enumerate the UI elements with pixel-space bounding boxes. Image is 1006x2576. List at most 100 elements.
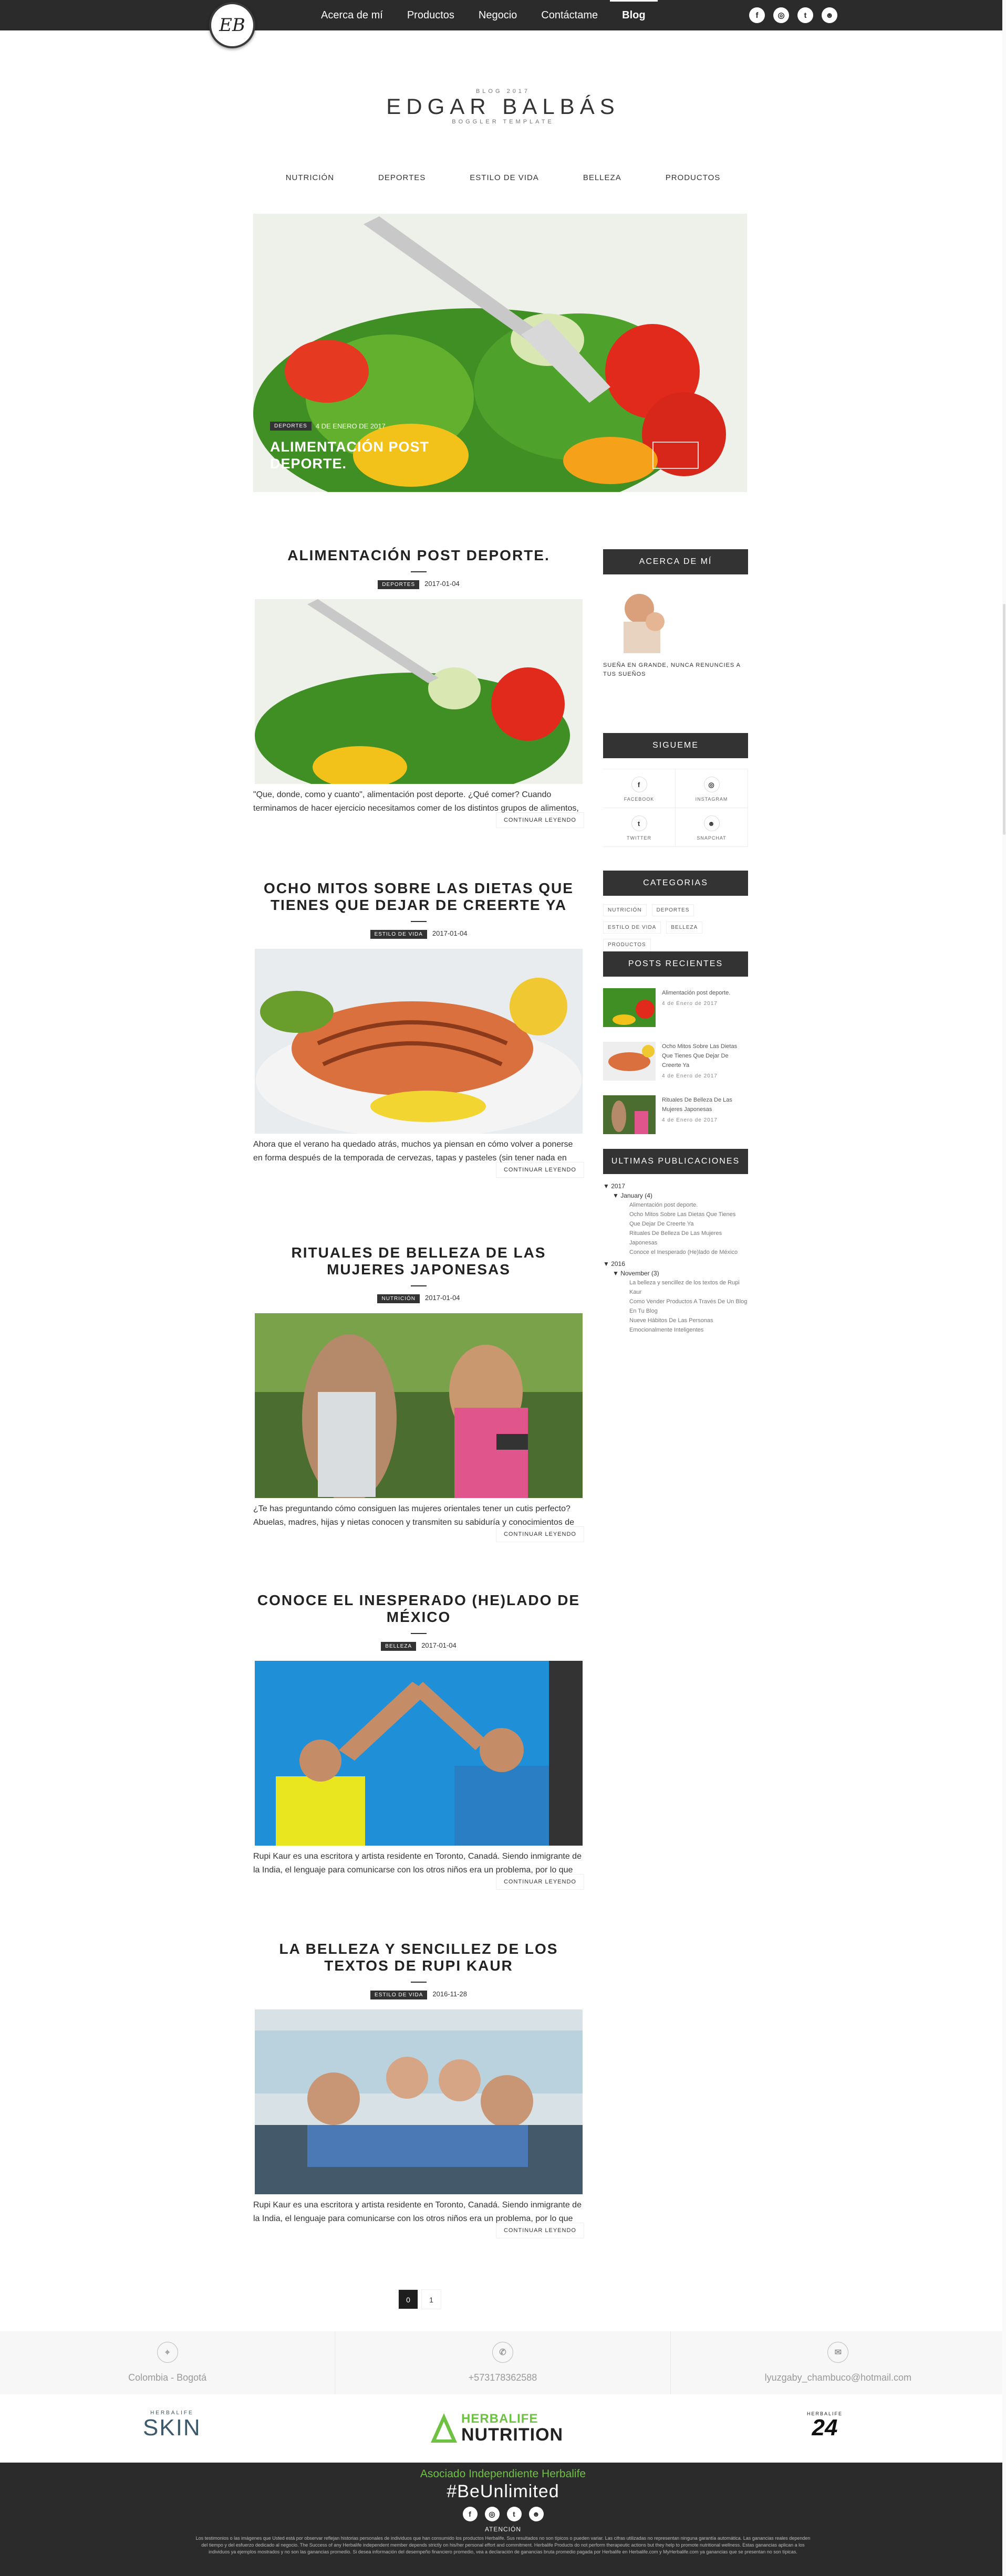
- brand-block: BLOG 2017 EDGAR BALBÁS BOGGLER TEMPLATE: [0, 88, 1006, 125]
- archive-year[interactable]: ▼ 2016: [603, 1259, 748, 1269]
- post-title[interactable]: RITUALES DE BELLEZA DE LAS MUJERES JAPON…: [253, 1244, 584, 1278]
- post-date: 2017-01-04: [421, 1641, 457, 1649]
- hero-tag[interactable]: DEPORTES: [270, 422, 312, 431]
- nutrition-logo-text: NUTRITION: [461, 2425, 564, 2445]
- post-image[interactable]: [255, 1313, 583, 1498]
- follow-label: FACEBOOK: [624, 797, 655, 802]
- archive-post[interactable]: Conoce el Inesperado (He)lado de México: [603, 1248, 748, 1257]
- post-image[interactable]: [255, 1661, 583, 1846]
- twitter-icon[interactable]: t: [797, 7, 813, 23]
- archive-post[interactable]: Rituales De Belleza De Las Mujeres Japon…: [603, 1229, 748, 1248]
- category-tag[interactable]: ESTILO DE VIDA: [603, 922, 661, 934]
- post-tag[interactable]: ESTILO DE VIDA: [370, 1991, 428, 1999]
- post-date: 2017-01-04: [425, 1294, 460, 1302]
- featured-slider[interactable]: DEPORTES 4 DE ENERO DE 2017 ALIMENTACIÓN…: [253, 214, 747, 492]
- page-button[interactable]: 0: [398, 2289, 418, 2309]
- recent-title: Rituales De Belleza De Las Mujeres Japon…: [662, 1097, 732, 1113]
- sidebar-heading: ACERCA DE MÍ: [603, 549, 748, 574]
- follow-twitter[interactable]: t TWITTER: [603, 808, 676, 847]
- sidebar-recent: POSTS RECIENTES Alimentación post deport…: [603, 951, 748, 1149]
- nav-item-about[interactable]: Acerca de mí: [309, 0, 395, 30]
- slider-control[interactable]: [652, 442, 699, 469]
- top-navbar: Acerca de mí Productos Negocio Contáctam…: [0, 0, 1006, 30]
- footer-hashtag: #BeUnlimited: [447, 2481, 559, 2501]
- archive-month[interactable]: ▼ November (3): [603, 1269, 748, 1278]
- recent-thumb: [603, 1042, 656, 1081]
- post-image[interactable]: [255, 949, 583, 1134]
- nutrition-logo-top: HERBALIFE: [461, 2412, 538, 2426]
- nav-item-business[interactable]: Negocio: [466, 0, 529, 30]
- brand-name[interactable]: EDGAR BALBÁS: [0, 95, 1006, 119]
- page-button[interactable]: 1: [421, 2289, 441, 2309]
- post-title[interactable]: CONOCE EL INESPERADO (HE)LADO DE MÉXICO: [253, 1592, 584, 1626]
- post-tag[interactable]: NUTRICIÓN: [377, 1294, 420, 1303]
- archive-post[interactable]: Como Vender Productos A Través De Un Blo…: [603, 1297, 748, 1316]
- post-title[interactable]: ALIMENTACIÓN POST DEPORTE.: [253, 547, 584, 564]
- recent-date: 4 de Enero de 2017: [662, 1073, 718, 1079]
- top-social-links: f ◎ t ☻: [749, 7, 837, 23]
- skin-logo-text: SKIN: [143, 2415, 201, 2441]
- category-tag[interactable]: DEPORTES: [651, 904, 694, 916]
- post-image[interactable]: [255, 2009, 583, 2194]
- archive-year[interactable]: ▼ 2017: [603, 1181, 748, 1191]
- post-date: 2017-01-04: [424, 580, 460, 588]
- post-card: OCHO MITOS SOBRE LAS DIETAS QUE TIENES Q…: [253, 880, 584, 1178]
- facebook-icon: f: [631, 777, 647, 792]
- recent-post[interactable]: Alimentación post deporte. 4 de Enero de …: [603, 988, 748, 1042]
- snapchat-icon[interactable]: ☻: [528, 2507, 544, 2521]
- follow-snapchat[interactable]: ☻ SNAPCHAT: [676, 808, 748, 847]
- archive-post[interactable]: Nueve Hábitos De Las Personas Emocionalm…: [603, 1316, 748, 1335]
- snapchat-icon: ☻: [703, 815, 720, 831]
- category-tag[interactable]: BELLEZA: [666, 922, 703, 934]
- contact-phone[interactable]: ✆ +573178362588: [335, 2331, 671, 2394]
- twitter-icon[interactable]: t: [506, 2507, 522, 2521]
- catnav-belleza[interactable]: BELLEZA: [561, 173, 644, 182]
- archive-month[interactable]: ▼ January (4): [603, 1191, 748, 1200]
- site-footer: Asociado Independiente Herbalife #BeUnli…: [0, 2463, 1006, 2576]
- catnav-productos[interactable]: PRODUCTOS: [644, 173, 743, 182]
- recent-title: Ocho Mitos Sobre Las Dietas Que Tienes Q…: [662, 1043, 738, 1069]
- recent-date: 4 de Enero de 2017: [662, 1001, 718, 1007]
- archive-post[interactable]: Ocho Mitos Sobre Las Dietas Que Tienes Q…: [603, 1210, 748, 1229]
- post-tag[interactable]: DEPORTES: [378, 580, 420, 589]
- nav-item-products[interactable]: Productos: [395, 0, 466, 30]
- herbalife-skin-logo: HERBALIFE SKIN: [143, 2410, 201, 2440]
- nav-item-blog[interactable]: Blog: [610, 0, 658, 30]
- snapchat-icon[interactable]: ☻: [822, 7, 837, 23]
- contact-email[interactable]: ✉ lyuzgaby_chambuco@hotmail.com: [671, 2331, 1006, 2394]
- follow-facebook[interactable]: f FACEBOOK: [603, 769, 676, 808]
- catnav-deportes[interactable]: DEPORTES: [356, 173, 448, 182]
- category-tag[interactable]: NUTRICIÓN: [603, 904, 647, 916]
- archive-post[interactable]: La belleza y sencillez de los textos de …: [603, 1278, 748, 1297]
- pagination: 0 1: [398, 2289, 441, 2309]
- post-tag[interactable]: ESTILO DE VIDA: [370, 930, 427, 939]
- scrollbar-thumb[interactable]: [1003, 604, 1005, 835]
- page-scrollbar[interactable]: [1002, 0, 1006, 2576]
- sidebar-follow: SIGUEME f FACEBOOK ◎ INSTAGRAM t TWITTER ☻ S…: [603, 733, 748, 847]
- brand-logos: HERBALIFE SKIN HERBALIFE NUTRITION HERBA…: [0, 2394, 1006, 2463]
- post-tag[interactable]: BELLEZA: [381, 1642, 417, 1651]
- post-card: CONOCE EL INESPERADO (HE)LADO DE MÉXICO …: [253, 1592, 584, 1890]
- post-image[interactable]: [255, 599, 583, 784]
- herbalife24-logo: HERBALIFE 24: [807, 2411, 843, 2439]
- hero-title[interactable]: ALIMENTACIÓN POST DEPORTE.: [270, 438, 438, 472]
- archive-post[interactable]: Alimentación post deporte.: [603, 1200, 748, 1210]
- catnav-nutricion[interactable]: NUTRICIÓN: [264, 173, 356, 182]
- catnav-estilo[interactable]: ESTILO DE VIDA: [448, 173, 561, 182]
- category-tag[interactable]: PRODUCTOS: [603, 939, 651, 951]
- post-title[interactable]: LA BELLEZA Y SENCILLEZ DE LOS TEXTOS DE …: [253, 1941, 584, 1974]
- post-excerpt: "Que, donde, como y cuanto", alimentació…: [253, 790, 579, 813]
- site-logo[interactable]: EB: [209, 2, 255, 48]
- recent-post[interactable]: Ocho Mitos Sobre Las Dietas Que Tienes Q…: [603, 1042, 748, 1095]
- nav-item-contact[interactable]: Contáctame: [529, 0, 610, 30]
- facebook-icon[interactable]: f: [462, 2507, 478, 2521]
- recent-post[interactable]: Rituales De Belleza De Las Mujeres Japon…: [603, 1095, 748, 1149]
- post-title[interactable]: OCHO MITOS SOBRE LAS DIETAS QUE TIENES Q…: [253, 880, 584, 914]
- post-date: 2017-01-04: [432, 929, 468, 937]
- main-nav: Acerca de mí Productos Negocio Contáctam…: [309, 0, 658, 30]
- instagram-icon[interactable]: ◎: [484, 2507, 500, 2521]
- instagram-icon[interactable]: ◎: [773, 7, 789, 23]
- leaf-icon: [431, 2413, 457, 2443]
- facebook-icon[interactable]: f: [749, 7, 765, 23]
- follow-instagram[interactable]: ◎ INSTAGRAM: [676, 769, 748, 808]
